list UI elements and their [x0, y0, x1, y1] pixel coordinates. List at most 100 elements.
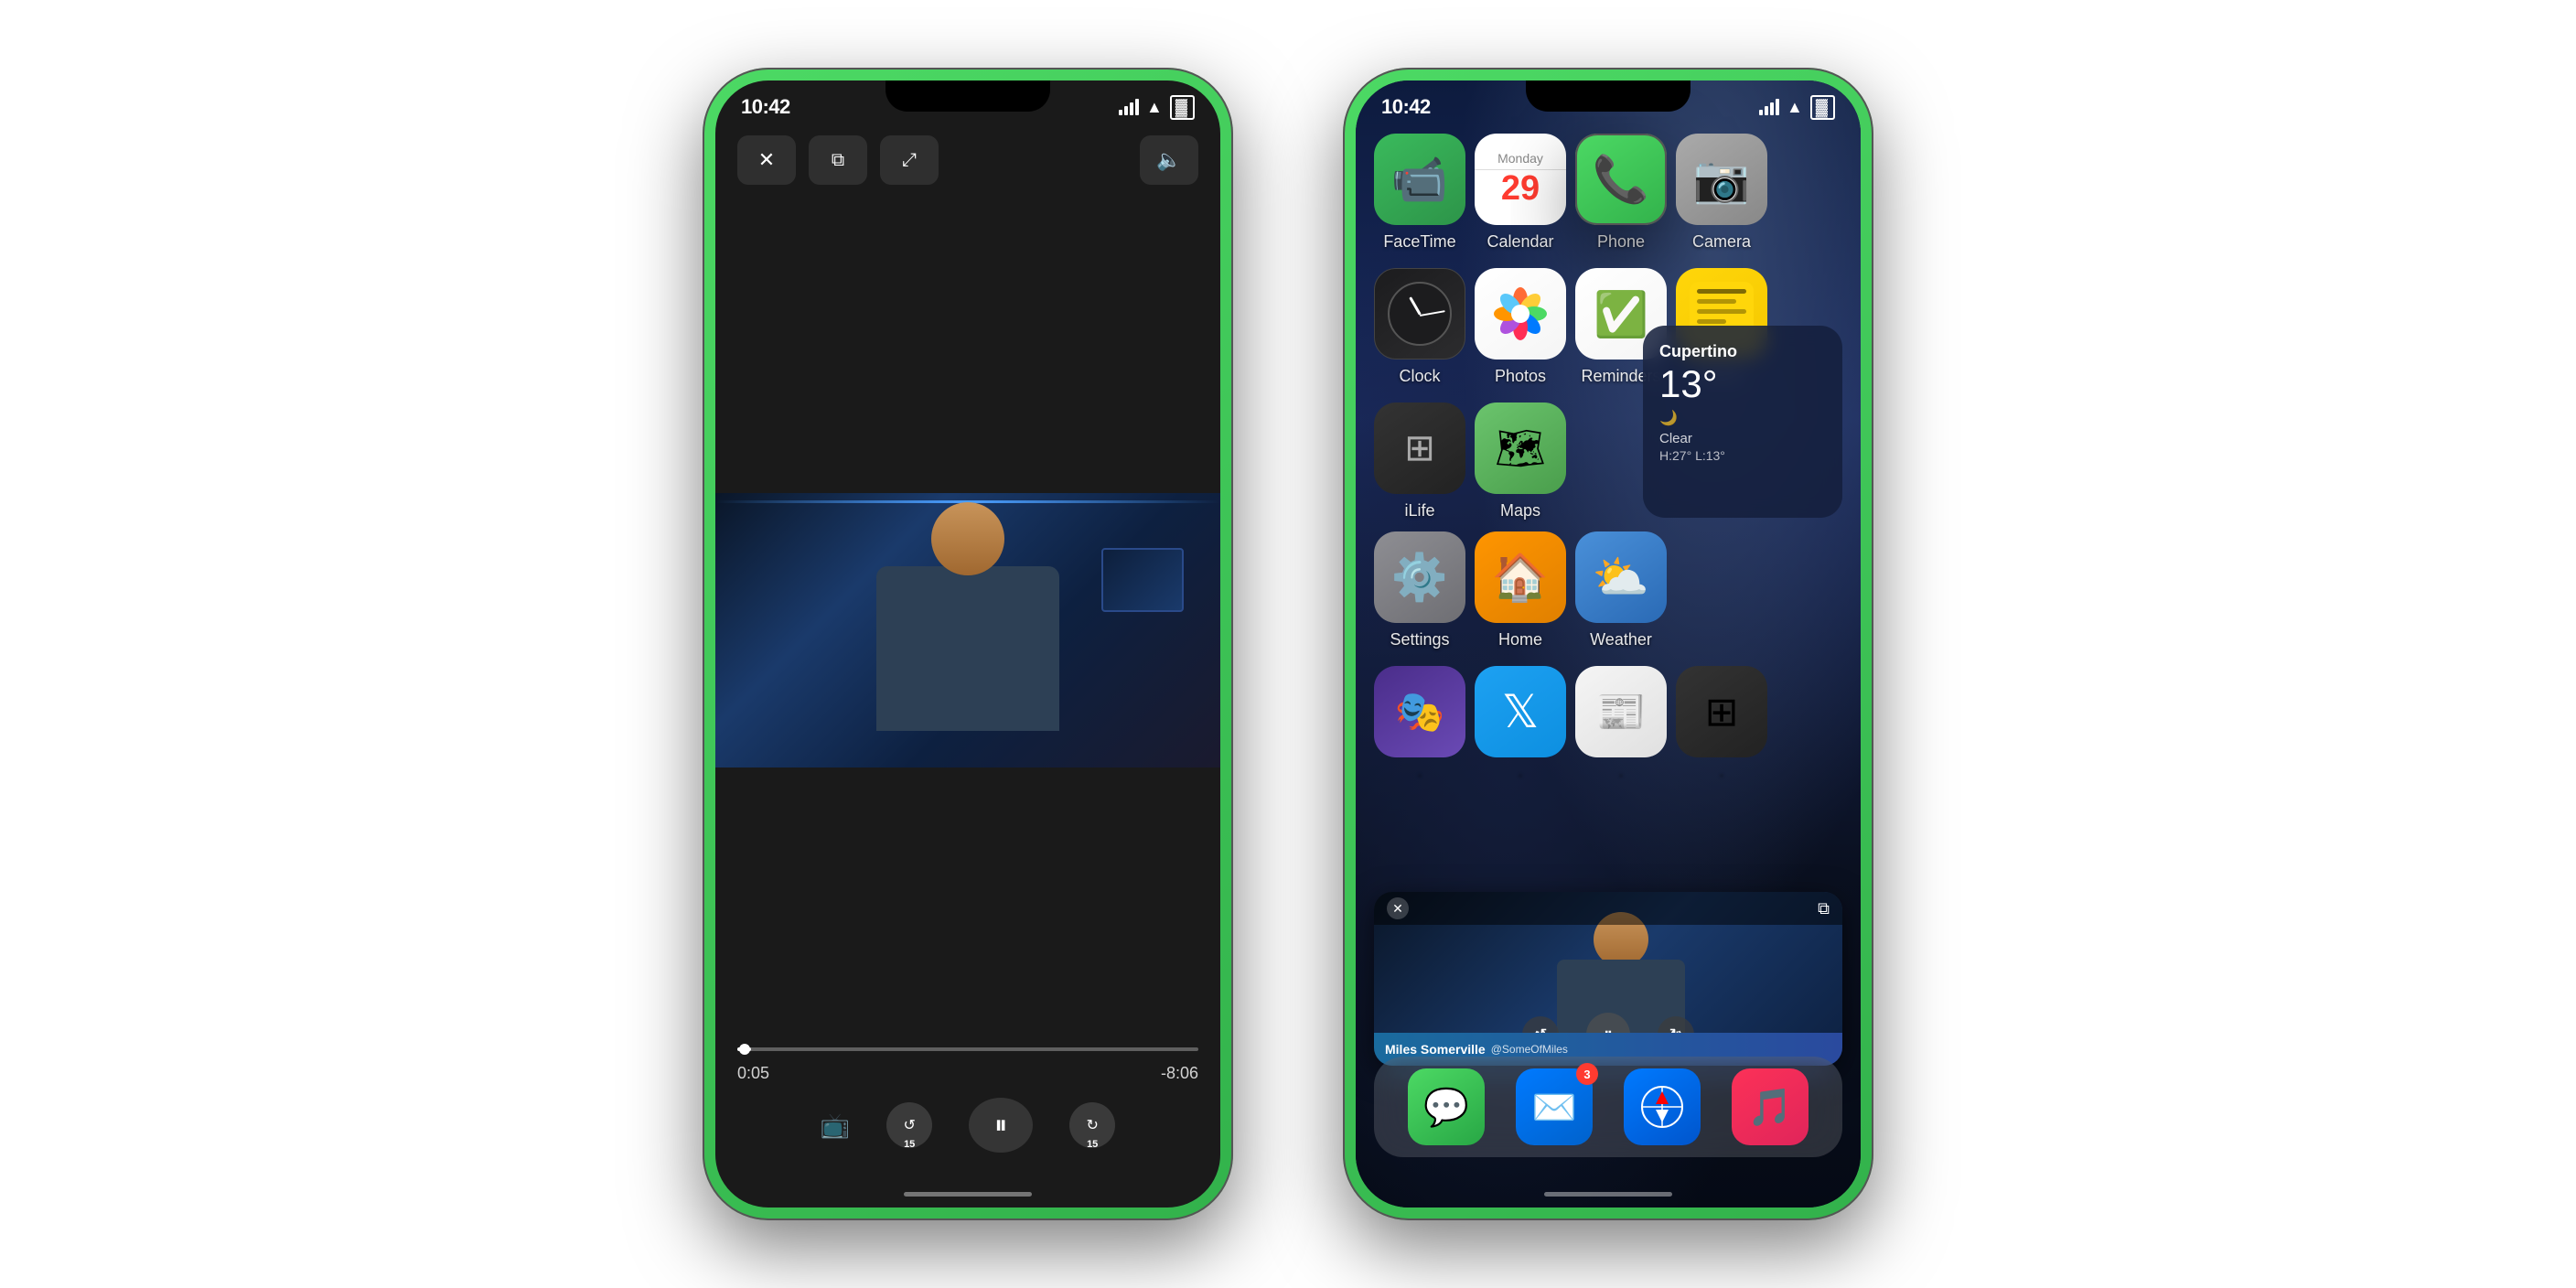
forward-label: 15	[1087, 1139, 1098, 1150]
status-icons-2: ▲ ▓	[1759, 95, 1835, 120]
weather-city: Cupertino	[1659, 342, 1826, 361]
music-icon: 🎵	[1732, 1068, 1809, 1145]
ilife-icon: ⊞	[1374, 402, 1465, 494]
app-news[interactable]: 📰 ·	[1575, 666, 1667, 784]
app-misc1[interactable]: 🎭 ·	[1374, 666, 1465, 784]
clock-icon-img	[1374, 268, 1465, 360]
remaining-time: -8:06	[1161, 1064, 1198, 1083]
app-home[interactable]: 🏠 Home	[1475, 531, 1566, 649]
pip-expand-button[interactable]: ⧉	[1818, 899, 1830, 918]
forward-button[interactable]: ↻ 15	[1069, 1102, 1115, 1148]
notch-1	[886, 80, 1050, 112]
calendar-label: Calendar	[1487, 232, 1553, 252]
person-head	[931, 502, 1004, 575]
volume-button[interactable]: 🔈	[1140, 135, 1198, 185]
playback-buttons: 📺 ↺ 15 ⏸ ↻ 15	[737, 1098, 1198, 1153]
app-row-1: 📹 FaceTime Monday 29 Calendar 📞	[1374, 134, 1842, 252]
pause-icon: ⏸	[994, 1111, 1007, 1141]
wifi-icon-2: ▲	[1787, 98, 1803, 117]
wifi-icon: ▲	[1146, 98, 1163, 117]
top-ctrl-left: ✕ ⧉ ⤢	[737, 135, 939, 185]
weather-condition: Clear	[1659, 431, 1826, 446]
progress-dot	[739, 1044, 750, 1055]
close-button[interactable]: ✕	[737, 135, 796, 185]
photos-icon	[1475, 268, 1566, 360]
weather-widget: Cupertino 13° 🌙 Clear H:27° L:13°	[1643, 326, 1842, 518]
phone-label: Phone	[1597, 232, 1645, 252]
photos-label: Photos	[1495, 367, 1546, 386]
messages-icon: 💬	[1408, 1068, 1485, 1145]
app-camera[interactable]: 📷 Camera	[1676, 134, 1767, 252]
progress-bar[interactable]	[737, 1047, 1198, 1051]
app-grid-misc[interactable]: ⊞ ·	[1676, 666, 1767, 784]
app-weather[interactable]: ⛅ Weather	[1575, 531, 1667, 649]
news-icon: 📰	[1575, 666, 1667, 757]
calendar-icon: Monday 29	[1475, 134, 1566, 225]
cast-button[interactable]: 📺	[821, 1111, 850, 1140]
home-indicator-2	[1544, 1192, 1672, 1197]
resize-button[interactable]: ⤢	[880, 135, 939, 185]
dock-mail[interactable]: ✉️ 3	[1516, 1068, 1593, 1145]
weather-label: Weather	[1590, 630, 1652, 649]
app-facetime[interactable]: 📹 FaceTime	[1374, 134, 1465, 252]
ilife-label: iLife	[1404, 501, 1434, 521]
app-twitter[interactable]: 𝕏 ·	[1475, 666, 1566, 784]
battery-icon-2: ▓	[1810, 95, 1835, 120]
dock-messages[interactable]: 💬	[1408, 1068, 1485, 1145]
rewind-button[interactable]: ↺ 15	[886, 1102, 932, 1148]
home-indicator-1	[904, 1192, 1032, 1197]
weather-temp: 13°	[1659, 365, 1826, 403]
dock: 💬 ✉️ 3	[1374, 1057, 1842, 1157]
person-figure	[858, 502, 1078, 758]
facetime-label: FaceTime	[1383, 232, 1455, 252]
status-time-2: 10:42	[1381, 95, 1431, 119]
video-screen: 10:42 ▲ ▓ ✕ ⧉	[715, 80, 1220, 1208]
maps-label: Maps	[1500, 501, 1540, 521]
time-labels: 0:05 -8:06	[737, 1064, 1198, 1083]
weather-hl: H:27° L:13°	[1659, 448, 1826, 463]
camera-label: Camera	[1692, 232, 1751, 252]
pip-close-button[interactable]: ✕	[1387, 897, 1409, 919]
video-top-controls: ✕ ⧉ ⤢ 🔈	[737, 135, 1198, 185]
phone-1: 10:42 ▲ ▓ ✕ ⧉	[703, 68, 1233, 1220]
mail-badge: 3	[1576, 1063, 1598, 1085]
pip-person-handle: @SomeOfMiles	[1491, 1043, 1568, 1056]
dock-music[interactable]: 🎵	[1732, 1068, 1809, 1145]
home-label: Home	[1498, 630, 1542, 649]
dock-safari[interactable]	[1624, 1068, 1701, 1145]
pip-person-name: Miles Somerville	[1385, 1042, 1486, 1057]
pause-button[interactable]: ⏸	[969, 1098, 1033, 1153]
video-frame	[715, 493, 1220, 767]
home-icon: 🏠	[1475, 531, 1566, 623]
facetime-icon: 📹	[1374, 134, 1465, 225]
rewind-label: 15	[904, 1139, 915, 1150]
settings-label: Settings	[1390, 630, 1449, 649]
app-ilife[interactable]: ⊞ iLife	[1374, 402, 1465, 521]
signal-icon	[1119, 99, 1139, 115]
minute-hand	[1420, 310, 1445, 317]
home-screen: 10:42 ▲ ▓ 📹 FaceTime	[1356, 80, 1861, 1208]
app-calendar[interactable]: Monday 29 Calendar	[1475, 134, 1566, 252]
twitter-icon: 𝕏	[1475, 666, 1566, 757]
app-phone[interactable]: 📞 Phone	[1575, 134, 1667, 252]
app-row-5: 🎭 · 𝕏 · 📰 ·	[1374, 666, 1842, 784]
misc1-icon: 🎭	[1374, 666, 1465, 757]
settings-icon: ⚙️	[1374, 531, 1465, 623]
app-clock[interactable]: Clock	[1374, 268, 1465, 386]
clock-face	[1388, 282, 1452, 346]
phone-2: 10:42 ▲ ▓ 📹 FaceTime	[1343, 68, 1873, 1220]
app-photos[interactable]: Photos	[1475, 268, 1566, 386]
clock-label: Clock	[1399, 367, 1440, 386]
person-torso	[876, 566, 1059, 731]
current-time: 0:05	[737, 1064, 769, 1083]
pip-top-bar: ✕ ⧉	[1374, 892, 1842, 925]
video-controls: 0:05 -8:06 📺 ↺ 15 ⏸ ↻ 15	[737, 1047, 1198, 1153]
app-settings[interactable]: ⚙️ Settings	[1374, 531, 1465, 649]
pip-overlay: ✕ ⧉ ↺ 15 ⏸	[1374, 892, 1842, 1066]
app-maps[interactable]: 🗺 Maps	[1475, 402, 1566, 521]
app-row-4: ⚙️ Settings 🏠 Home ⛅ Weather	[1374, 531, 1842, 649]
hour-hand	[1409, 296, 1422, 316]
notch-2	[1526, 80, 1690, 112]
camera-icon: 📷	[1676, 134, 1767, 225]
pip-button[interactable]: ⧉	[809, 135, 867, 185]
